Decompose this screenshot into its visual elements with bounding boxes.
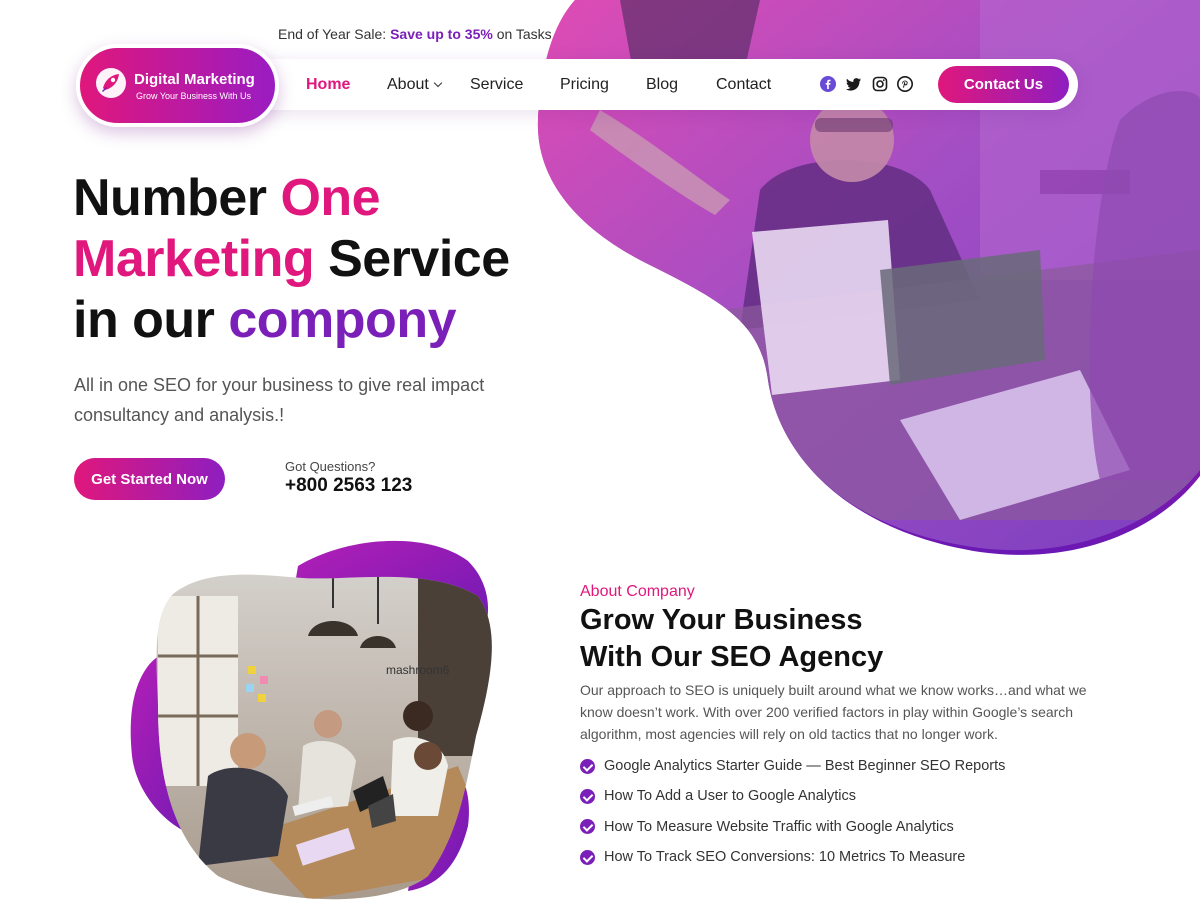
hero-title-word: Service xyxy=(328,230,510,288)
get-started-button[interactable]: Get Started Now xyxy=(74,458,225,500)
questions-label: Got Questions? xyxy=(285,459,376,474)
feature-text: Google Analytics Starter Guide — Best Be… xyxy=(604,758,1006,775)
hero-title-word: Number xyxy=(73,169,267,227)
nav-about-label: About xyxy=(387,76,429,93)
check-icon xyxy=(580,819,595,835)
nav-home[interactable]: Home xyxy=(306,76,350,94)
list-item: How To Add a User to Google Analytics xyxy=(580,781,1005,811)
chevron-down-icon xyxy=(433,78,443,88)
about-heading: Grow Your Business With Our SEO Agency xyxy=(580,602,883,676)
check-icon xyxy=(580,758,595,774)
about-team-photo: mashroom6 xyxy=(130,540,492,900)
about-section-label: About Company xyxy=(580,583,695,600)
instagram-icon[interactable] xyxy=(872,76,888,92)
list-item: How To Measure Website Traffic with Goog… xyxy=(580,812,1005,842)
nav-service[interactable]: Service xyxy=(470,76,523,94)
nav-pricing[interactable]: Pricing xyxy=(560,76,609,94)
pinterest-icon[interactable] xyxy=(897,76,913,92)
rocket-logo-icon xyxy=(96,68,126,98)
about-heading-line: Grow Your Business xyxy=(580,604,863,636)
about-description: Our approach to SEO is uniquely built ar… xyxy=(580,682,1087,742)
list-item: How To Track SEO Conversions: 10 Metrics… xyxy=(580,842,1005,872)
list-item: Google Analytics Starter Guide — Best Be… xyxy=(580,751,1005,781)
nav-contact[interactable]: Contact xyxy=(716,76,771,94)
feature-text: How To Add a User to Google Analytics xyxy=(604,788,857,805)
feature-list: Google Analytics Starter Guide — Best Be… xyxy=(580,751,1005,872)
twitter-icon[interactable] xyxy=(846,76,862,92)
hero-subtitle: All in one SEO for your business to give… xyxy=(74,375,485,425)
hero-title-highlight: Marketing xyxy=(73,230,315,288)
hero-title-highlight: compony xyxy=(228,291,457,349)
contact-us-button[interactable]: Contact Us xyxy=(938,66,1069,103)
feature-text: How To Measure Website Traffic with Goog… xyxy=(604,818,954,835)
sale-announcement: End of Year Sale: Save up to 35% on Task… xyxy=(278,26,552,42)
wall-sign-text: mashroom6 xyxy=(386,663,450,677)
feature-text: How To Track SEO Conversions: 10 Metrics… xyxy=(604,849,966,866)
sale-highlight[interactable]: Save up to 35% xyxy=(390,26,493,42)
about-heading-line: With Our SEO Agency xyxy=(580,641,884,673)
logo-title: Digital Marketing xyxy=(134,71,255,88)
sale-prefix: End of Year Sale: xyxy=(278,26,387,42)
hero-title-word: in our xyxy=(73,291,215,349)
nav-blog[interactable]: Blog xyxy=(646,76,678,94)
check-icon xyxy=(580,788,595,804)
hero-title-highlight: One xyxy=(280,169,381,227)
facebook-icon[interactable] xyxy=(820,76,836,92)
logo-tagline: Grow Your Business With Us xyxy=(136,91,252,101)
sale-suffix: on Tasks xyxy=(496,26,552,42)
site-logo[interactable]: Digital Marketing Grow Your Business Wit… xyxy=(76,44,279,127)
check-icon xyxy=(580,849,595,865)
phone-number[interactable]: +800 2563 123 xyxy=(285,475,412,497)
hero-heading: Number One Marketing Service in our comp… xyxy=(73,168,510,351)
nav-about[interactable]: About xyxy=(387,76,443,94)
